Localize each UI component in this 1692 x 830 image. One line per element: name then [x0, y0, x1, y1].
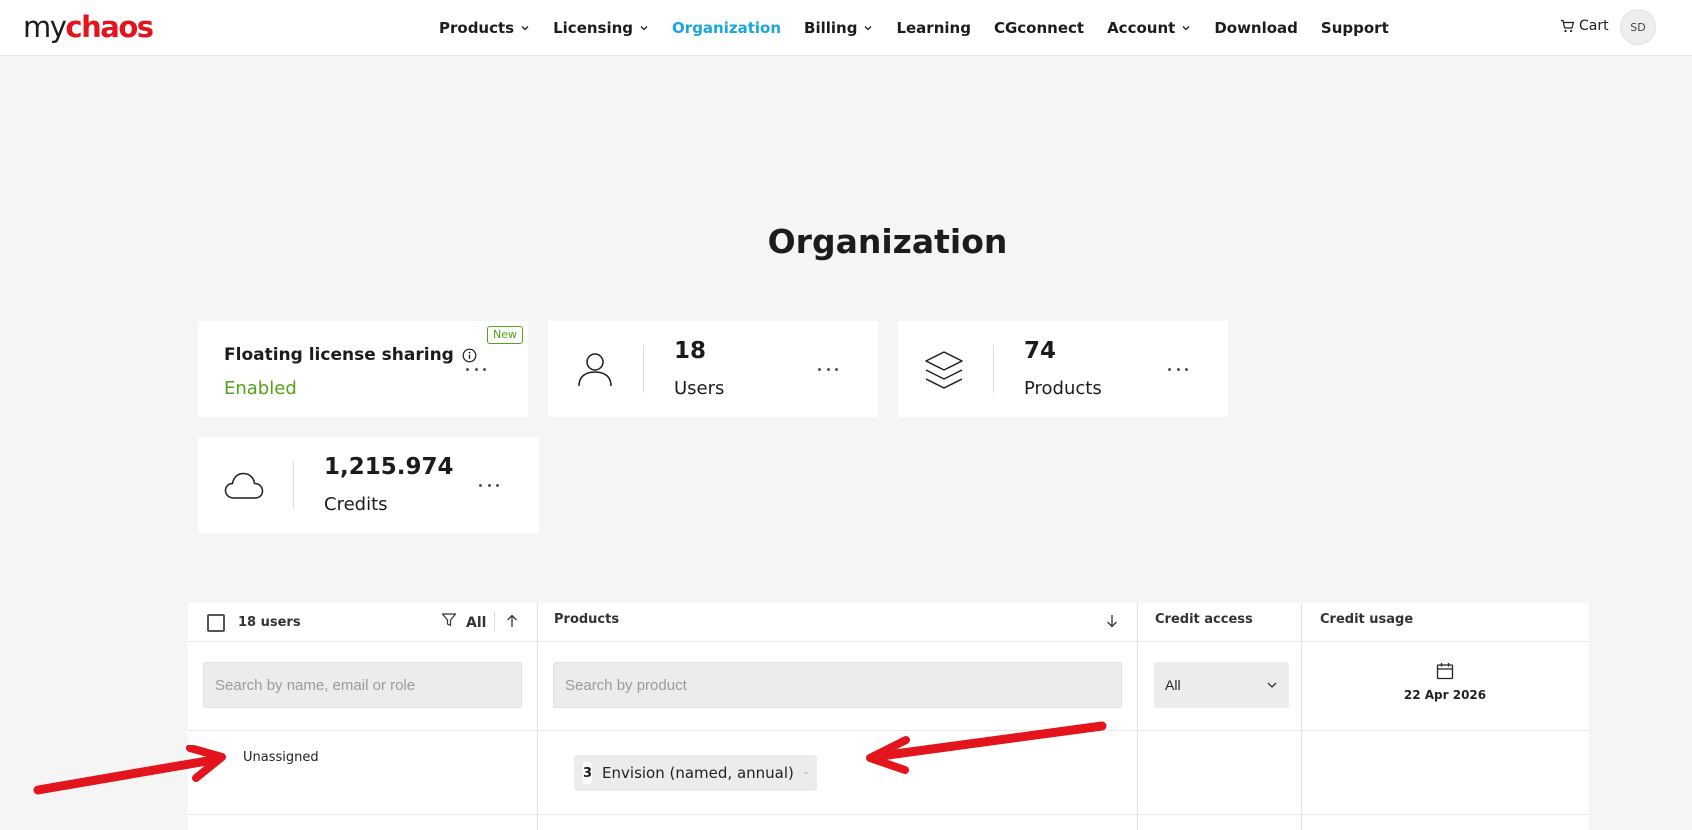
- chevron-down-icon: [1182, 26, 1190, 31]
- nav-cgconnect-label: CGconnect: [993, 19, 1085, 37]
- chevron-down-icon: [864, 26, 872, 31]
- product-search-input[interactable]: [553, 662, 1122, 708]
- more-options-icon[interactable]: [1166, 359, 1190, 379]
- credits-card[interactable]: 1,215.974 Credits: [198, 437, 539, 533]
- nav-organization[interactable]: Organization: [672, 19, 781, 37]
- users-count: 18: [674, 338, 707, 364]
- product-assignment-dropdown[interactable]: 3 Envision (named, annual): [574, 755, 817, 791]
- calendar-icon: [1436, 663, 1454, 680]
- floating-license-title-row: Floating license sharing: [224, 345, 477, 365]
- logo-my: my: [23, 10, 67, 44]
- nav-licensing-label: Licensing: [553, 19, 634, 37]
- products-label: Products: [1024, 378, 1102, 399]
- nav-support[interactable]: Support: [1321, 19, 1389, 37]
- credit-usage-date: 22 Apr 2026: [1403, 688, 1487, 702]
- nav-download[interactable]: Download: [1214, 19, 1298, 37]
- avatar[interactable]: SD: [1620, 9, 1656, 45]
- users-count-header: 18 users: [238, 615, 301, 630]
- nav-licensing[interactable]: Licensing: [553, 19, 649, 37]
- cart-label: Cart: [1579, 18, 1609, 34]
- nav-products-label: Products: [439, 19, 515, 37]
- user-icon: [578, 353, 612, 387]
- nav-products[interactable]: Products: [439, 19, 530, 37]
- chevron-down-icon: [521, 26, 529, 31]
- products-count: 74: [1024, 338, 1057, 364]
- unassigned-user-label: Unassigned: [243, 750, 319, 765]
- product-count-badge: 3: [583, 762, 593, 784]
- sort-ascending-icon[interactable]: [506, 614, 518, 628]
- nav-account-label: Account: [1107, 19, 1176, 37]
- users-card[interactable]: 18 Users: [548, 321, 878, 417]
- nav-account[interactable]: Account: [1107, 19, 1191, 37]
- credits-label: Credits: [324, 494, 388, 515]
- row-divider: [188, 730, 1589, 731]
- layers-icon: [925, 351, 963, 389]
- more-options-icon[interactable]: [464, 359, 488, 379]
- card-divider: [643, 345, 644, 393]
- nav-cgconnect[interactable]: CGconnect: [994, 19, 1084, 37]
- mychaos-logo[interactable]: mychaos: [23, 10, 154, 44]
- card-divider: [993, 345, 994, 393]
- cloud-icon: [224, 472, 264, 499]
- nav-support-label: Support: [1320, 19, 1389, 37]
- nav-learning[interactable]: Learning: [896, 19, 971, 37]
- products-card[interactable]: 74 Products: [898, 321, 1228, 417]
- floating-license-card: New Floating license sharing Enabled: [198, 321, 528, 417]
- cart-icon: [1561, 19, 1575, 33]
- credit-access-selected-value: All: [1165, 677, 1181, 693]
- page-title: Organization: [767, 222, 1008, 261]
- column-divider: [537, 603, 538, 830]
- top-navigation-bar: mychaos Products Licensing Organization …: [0, 0, 1692, 56]
- users-table: 18 users All Products Credit access Cred…: [188, 603, 1589, 830]
- new-badge: New: [487, 326, 523, 344]
- sort-descending-icon[interactable]: [1106, 614, 1118, 628]
- credits-amount: 1,215.974: [324, 454, 454, 480]
- credit-usage-date-picker[interactable]: 22 Apr 2026: [1301, 659, 1589, 719]
- chevron-down-icon: [804, 772, 808, 774]
- filter-value[interactable]: All: [466, 615, 486, 631]
- header-separator: [494, 611, 495, 631]
- card-divider: [293, 461, 294, 509]
- floating-license-title: Floating license sharing: [224, 345, 454, 365]
- nav-download-label: Download: [1214, 19, 1298, 37]
- nav-learning-label: Learning: [896, 19, 971, 37]
- row-divider: [188, 641, 1589, 642]
- row-divider: [188, 814, 1589, 815]
- users-label: Users: [674, 378, 725, 399]
- more-options-icon[interactable]: [477, 475, 501, 495]
- more-options-icon[interactable]: [816, 359, 840, 379]
- nav-organization-label: Organization: [672, 19, 782, 37]
- nav-billing-label: Billing: [804, 19, 858, 37]
- chevron-down-icon: [1267, 682, 1277, 688]
- floating-license-status: Enabled: [224, 378, 297, 399]
- filter-icon[interactable]: [441, 612, 457, 628]
- cart-button[interactable]: Cart: [1560, 16, 1609, 36]
- product-name: Envision (named, annual): [602, 764, 794, 782]
- nav-billing[interactable]: Billing: [804, 19, 873, 37]
- user-search-input[interactable]: [203, 662, 522, 708]
- credit-usage-column-header: Credit usage: [1320, 612, 1414, 627]
- select-all-checkbox[interactable]: [207, 614, 225, 632]
- main-nav: Products Licensing Organization Billing …: [439, 0, 1389, 56]
- credit-access-select[interactable]: All: [1154, 662, 1289, 708]
- chevron-down-icon: [640, 26, 648, 31]
- products-column-header[interactable]: Products: [554, 612, 619, 627]
- logo-chaos: chaos: [65, 10, 154, 44]
- credit-access-column-header: Credit access: [1155, 612, 1253, 627]
- column-divider: [1137, 603, 1138, 830]
